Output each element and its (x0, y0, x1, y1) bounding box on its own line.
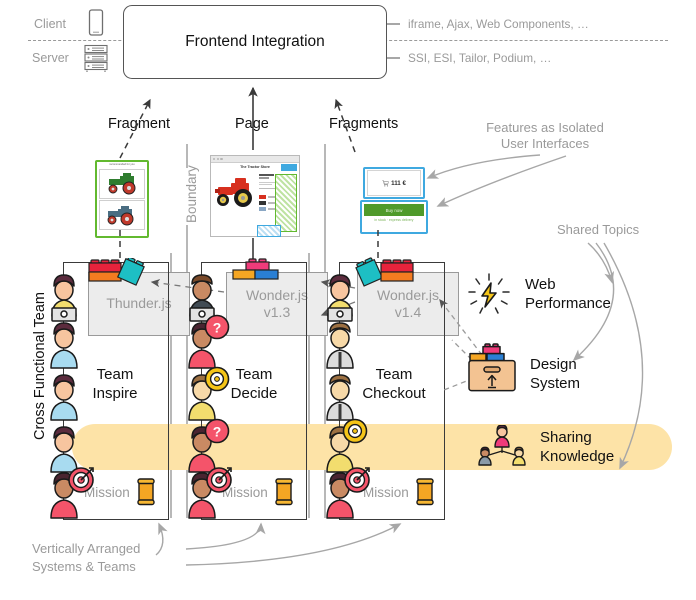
note-features-isolated: Features as Isolated User Interfaces (455, 120, 635, 153)
caption-boundary-text: Boundary (184, 165, 199, 223)
client-protocols-label: iframe, Ajax, Web Components, … (408, 17, 589, 31)
fragment-left-mockup[interactable]: recommended for you (95, 160, 149, 238)
shared-topic-web-performance-line1: Web (525, 276, 556, 293)
server-label: Server (32, 51, 69, 65)
client-label: Client (34, 17, 66, 31)
svg-text:?: ? (213, 320, 222, 336)
gear-badge-icon (204, 366, 230, 392)
page-mockup-recommendation-fragment[interactable] (275, 174, 297, 232)
shopping-cart-icon (382, 179, 389, 187)
shared-topic-sharing-knowledge-line1: Sharing (540, 429, 592, 446)
svg-text:?: ? (213, 424, 222, 440)
page-mockup[interactable]: The Tractor Store (210, 155, 300, 237)
note-vertically-arranged-line2: Systems & Teams (32, 558, 136, 574)
brick-stack-inspire (88, 258, 145, 286)
target-icon (68, 467, 94, 493)
team-name-decide-line2: Decide (230, 384, 278, 402)
page-mockup-cart-badge[interactable] (281, 164, 297, 171)
page-mockup-titlebar (211, 156, 299, 163)
scroll-icon (137, 478, 155, 506)
fragment-left-item-1[interactable] (99, 169, 145, 199)
team-name-inspire-line2: Inspire (92, 384, 138, 402)
lightning-bolt-icon (468, 273, 510, 314)
fragment-buybutton-mockup[interactable]: Buy now in stock · express delivery (360, 200, 428, 234)
team-name-decide: Team Decide (222, 366, 286, 404)
team-name-checkout: Team Checkout (356, 366, 432, 404)
scroll-icon (416, 478, 434, 506)
buy-now-sub-label: in stock · express delivery (374, 218, 414, 223)
team-name-checkout-line2: Checkout (362, 384, 426, 402)
frontend-integration-label: Frontend Integration (185, 33, 325, 50)
brick-stack-decide (232, 258, 279, 280)
team-name-checkout-line1: Team (375, 366, 413, 383)
smartphone-icon (88, 9, 104, 36)
buy-now-button[interactable]: Buy now (364, 204, 424, 216)
shared-topic-design-system-line2: System (530, 374, 581, 392)
frontend-integration-box[interactable]: Frontend Integration (123, 5, 387, 79)
buy-now-button-label: Buy now (385, 207, 403, 213)
brick-stack-checkout (355, 257, 414, 287)
shared-topic-design-system: Design System (530, 356, 650, 394)
fragment-minicart-mockup[interactable]: 111 € (363, 167, 425, 199)
page-mockup-buy-fragment[interactable] (257, 225, 281, 237)
target-icon (344, 467, 370, 493)
team-name-inspire-line1: Team (96, 366, 134, 383)
fragment-minicart-text: 111 € (391, 179, 406, 187)
shared-topic-sharing-knowledge: Sharing Knowledge (540, 429, 670, 467)
team-name-inspire: Team Inspire (85, 366, 145, 404)
note-features-isolated-line2: User Interfaces (500, 136, 590, 152)
shared-topic-design-system-line1: Design (530, 356, 577, 373)
gear-badge-icon (342, 418, 368, 444)
server-rack-icon (84, 44, 108, 72)
diagram-canvas: Client Server Frontend Integration ifram… (0, 0, 696, 600)
note-shared-topics: Shared Topics (557, 222, 640, 237)
page-mockup-product-image (215, 178, 252, 207)
scroll-icon (275, 478, 293, 506)
fragment-left-item-2[interactable] (99, 200, 145, 230)
fragment-left-header: recommended for you (109, 163, 135, 166)
caption-fragment: Fragment (108, 116, 171, 132)
target-icon (206, 467, 232, 493)
note-vertically-arranged-line1: Vertically Arranged (32, 541, 141, 556)
people-group-icon (478, 425, 526, 466)
shared-topic-sharing-knowledge-line2: Knowledge (540, 447, 615, 465)
server-protocols-label: SSI, ESI, Tailor, Podium, … (408, 51, 552, 65)
question-bubble-icon: ? (204, 418, 230, 444)
caption-page: Page (235, 116, 269, 132)
note-vertically-arranged: Vertically Arranged Systems & Teams (32, 540, 182, 575)
shared-topic-web-performance: Web Performance (525, 276, 645, 314)
note-features-isolated-line1: Features as Isolated (486, 120, 604, 135)
toolbox-bricks-icon (468, 343, 516, 392)
team-name-decide-line1: Team (235, 366, 273, 383)
question-bubble-icon: ? (204, 314, 230, 340)
shared-topic-web-performance-line2: Performance (525, 294, 611, 312)
caption-fragments: Fragments (329, 116, 399, 132)
